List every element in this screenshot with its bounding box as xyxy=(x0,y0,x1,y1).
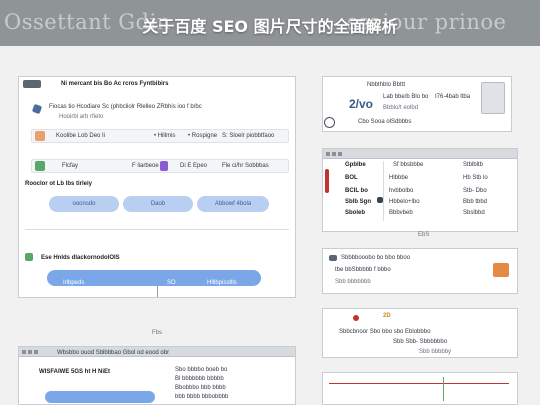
panel-d-line1: Sbbbbooobo bo bbo bboo xyxy=(341,255,411,261)
guide-item-2: Bl bbbbbbb bbbbb xyxy=(175,376,224,382)
pointer-icon xyxy=(31,103,43,115)
option-row-1[interactable]: Koolibe Lob Deo Ii • Hillmis • Rospigne … xyxy=(31,129,289,143)
green-icon xyxy=(35,161,45,171)
panel-a-section-label: Rooclor ot Lb lbs tirleiy xyxy=(25,181,93,187)
arrow-icon xyxy=(377,197,383,203)
table-r3c1: BCIL bo xyxy=(345,188,368,194)
panel-guide-list: Wbsbbo ouod Sblbbbao Gbol od eood obr WI… xyxy=(18,346,296,405)
panel-a-section2: Ese Hnlds dlackornodolOIS xyxy=(41,255,120,261)
panel-a-line2: Hooirbl arb rfieto xyxy=(59,114,104,120)
table-r4c2: Hbbelo+lbo xyxy=(389,199,420,205)
row1-col2: • Hillmis xyxy=(154,133,176,139)
image-icon xyxy=(35,131,45,141)
bottom-right-line xyxy=(329,383,509,384)
row2-col3: Di E Epeo xyxy=(180,163,208,169)
panel-b-line5: Bbblo/t eolbd xyxy=(383,105,419,111)
table-r1c2: Sf bbsbbbe xyxy=(393,162,424,168)
row1-col1: Koolibe Lob Deo Ii xyxy=(56,133,106,139)
option-pill-2[interactable]: Daob xyxy=(123,196,193,212)
table-r1c1: Gpblbe xyxy=(345,162,366,168)
row-icon xyxy=(329,255,337,261)
page-title: 关于百度 SEO 图片尺寸的全面解析 xyxy=(142,17,398,36)
table-r1c3: Stblbltb xyxy=(463,162,484,168)
size-bar-text-2: SO xyxy=(167,280,176,286)
format-dot-icon xyxy=(353,315,359,321)
panel-settings-main: Ni mercant bis Bo Ac rcros Fyntbibirs Fi… xyxy=(18,76,296,298)
circle-icon[interactable] xyxy=(324,117,335,128)
page-header: Ossettant Gdin ssaiour prinoe 关于百度 SEO 图… xyxy=(0,0,540,46)
guide-item-4: bbb bbbb bbbobbbb xyxy=(175,394,229,400)
window-bar xyxy=(323,149,517,159)
panel-a-footer: Fbs xyxy=(152,330,163,336)
panel-e-line1: Sbbcbnoor Sbo bbo sbo Eblobbbo xyxy=(339,329,431,335)
panel-c-footer: EbS xyxy=(418,232,430,238)
guide-item-1: Sbo bbbbo boeb bo xyxy=(175,367,228,373)
table-flag-icon xyxy=(325,169,329,193)
check-icon xyxy=(25,253,33,261)
thumbnail-icon xyxy=(481,82,505,114)
guide-item-3: Bbobbbo bbb bbbb xyxy=(175,385,226,391)
panel-f-left-label: WISFAIWE 5GS ht H NiEt xyxy=(39,369,111,375)
table-r2c1: BOL xyxy=(345,175,358,181)
screenshot-canvas: Ni mercant bis Bo Ac rcros Fyntbibirs Fi… xyxy=(0,46,540,405)
panel-format-row: 2D Sbbcbnoor Sbo bbo sbo Eblobbbo Sbb Sb… xyxy=(322,308,518,358)
purple-marker-icon xyxy=(160,161,168,171)
table-r2c3: Hb Stb lo xyxy=(463,175,488,181)
size-bar-text-1: Irlbpeds xyxy=(63,280,85,286)
option-pill-3[interactable]: Abbowf 4bola xyxy=(197,196,269,212)
size-bar-text-3: Hlllbpisstlls xyxy=(207,280,237,286)
row2-col2: F liarbeoe xyxy=(132,163,159,169)
guide-action-button[interactable] xyxy=(45,391,155,403)
panel-bottom-right xyxy=(322,372,518,405)
panel-a-divider xyxy=(25,229,289,230)
panel-size-table: Gpblbe Sf bbsbbbe Stblbltb BOL Hlbbbe Hb… xyxy=(322,148,518,232)
option-pill-1[interactable]: ooonsdo xyxy=(49,196,119,212)
panel-thumb-row: Sbbbbooobo bo bbo bboo tbe bbSbbbbb f bb… xyxy=(322,248,518,294)
panel-f-title: Wbsbbo ouod Sblbbbao Gbol od eood obr xyxy=(57,350,170,356)
panel-e-line2: Sbb Sbb- Sbbbbbbo xyxy=(393,339,448,345)
table-r4c3: Bbb tbbd xyxy=(463,199,488,205)
row1-col4: S: Sloelr piobbtfaoo xyxy=(222,133,275,139)
table-r5c1: Sboleb xyxy=(345,210,366,216)
orange-thumb-icon xyxy=(493,263,509,277)
panel-b-line4: I76-4bab ltba xyxy=(435,94,471,100)
format-badge-2d: 2D xyxy=(383,313,391,319)
panel-d-line3: Sbb bbbbbbb xyxy=(335,279,371,285)
panel-b-size: 2/vo xyxy=(349,97,374,111)
panel-a-line1: Fiocas tio Hcodiare Sc (phbcliolr Rlelle… xyxy=(49,104,202,110)
table-r4c1: Sblb Sgn xyxy=(345,199,371,205)
panel-a-title: Ni mercant bis Bo Ac rcros Fyntbibirs xyxy=(61,81,169,87)
panel-b-bottom: Cbo Sooa olSdbbbs xyxy=(358,119,412,125)
table-r3c3: Stb- Dbo xyxy=(463,188,487,194)
size-bar[interactable]: Irlbpeds SO Hlllbpisstlls xyxy=(47,270,261,286)
panel-b-line1: Nbbthblo Bbttt xyxy=(367,82,406,88)
size-connector xyxy=(157,286,158,297)
option-row-2[interactable]: Flcfay F liarbeoe Di E Epeo Fle ci/hr So… xyxy=(31,159,289,173)
row2-col1: Flcfay xyxy=(62,163,79,169)
option-pill-3-label: Abbowf 4bola xyxy=(214,201,252,207)
bottom-right-marker xyxy=(443,377,444,401)
panel-e-line3: Sbb bbbbby xyxy=(419,349,452,355)
panel-icon xyxy=(23,80,41,88)
option-pill-1-label: ooonsdo xyxy=(72,201,96,207)
table-r5c3: Sbslbbd xyxy=(463,210,485,216)
panel-preview-top: Nbbthblo Bbttt 2/vo Lab bbe/b Blo bo I76… xyxy=(322,76,512,132)
option-pill-2-label: Daob xyxy=(150,201,166,207)
row2-col4: Fle ci/hr Sobbbas xyxy=(222,163,269,169)
row1-col3: • Rospigne xyxy=(188,133,218,139)
table-r5c2: Bbbvbeb xyxy=(389,210,413,216)
table-r2c2: Hlbbbe xyxy=(389,175,409,181)
panel-d-line2: tbe bbSbbbbb f bbbo xyxy=(335,267,391,273)
panel-b-line3: Lab bbe/b Blo bo xyxy=(383,94,429,100)
table-column-divider xyxy=(383,161,384,221)
table-r3c2: hvbbolbo xyxy=(389,188,414,194)
